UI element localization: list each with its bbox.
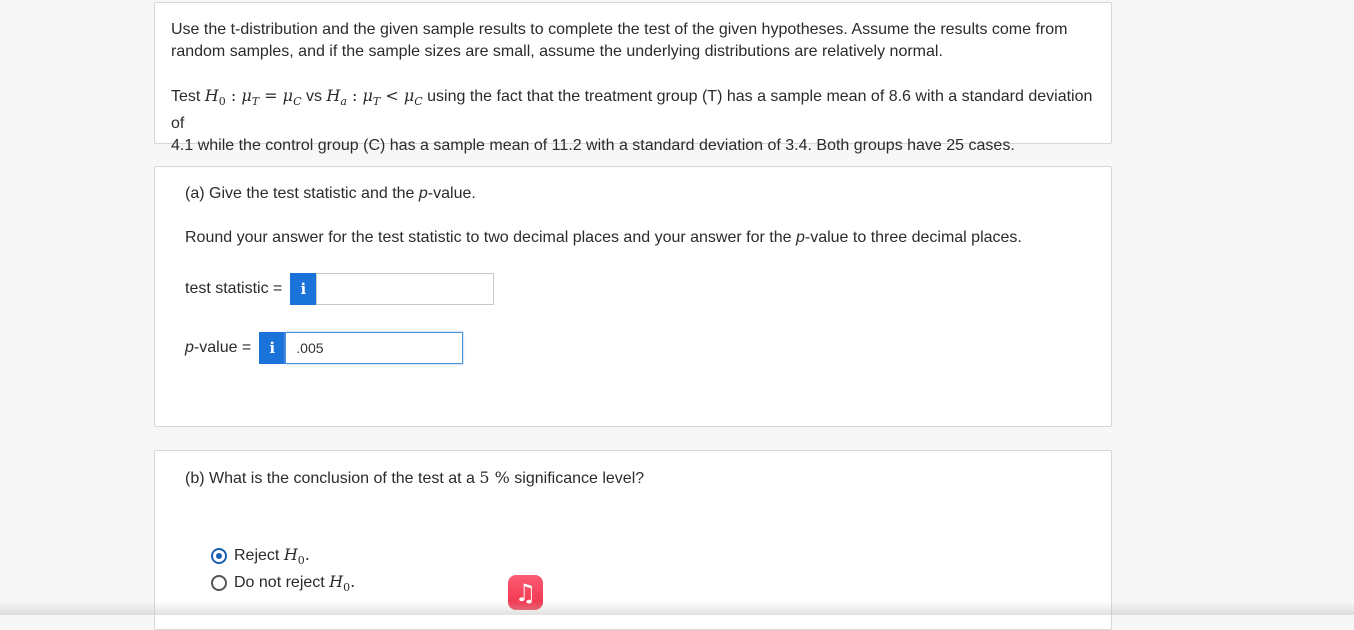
option-reject-label: Reject H0. (234, 545, 310, 567)
test-prefix: Test (171, 88, 200, 105)
test-statistic-row: test statistic = i (185, 273, 494, 305)
significance-level: 5 % (479, 468, 509, 487)
test-statistic-input[interactable] (316, 273, 494, 305)
p-value-label: p-value = (185, 339, 251, 357)
vs-text: vs (306, 88, 322, 105)
part-b-prompt: (b) What is the conclusion of the test a… (185, 467, 1095, 490)
info-icon[interactable]: i (259, 332, 285, 364)
null-hypothesis: H0 : μT = μC (205, 86, 302, 105)
intro-line-2: random samples, and if the sample sizes … (171, 43, 943, 60)
intro-line-1: Use the t-distribution and the given sam… (171, 21, 1067, 38)
music-icon[interactable]: ♫ (508, 575, 543, 610)
rounding-instructions: Round your answer for the test statistic… (185, 227, 1095, 249)
alternative-hypothesis: Ha : μT < μC (326, 86, 422, 105)
option-do-not-reject-label: Do not reject H0. (234, 572, 355, 594)
test-statistic-label: test statistic = (185, 280, 282, 298)
part-b-card: (b) What is the conclusion of the test a… (154, 450, 1112, 630)
info-icon[interactable]: i (290, 273, 316, 305)
radio-do-not-reject[interactable] (211, 575, 227, 591)
option-do-not-reject[interactable]: Do not reject H0. (211, 572, 355, 594)
option-reject[interactable]: Reject H0. (211, 545, 310, 567)
hypothesis-description-2: 4.1 while the control group (C) has a sa… (171, 137, 1015, 154)
part-a-card: (a) Give the test statistic and the p-va… (154, 166, 1112, 427)
hypothesis-text: Test H0 : μT = μC vs Ha : μT < μC using … (171, 85, 1095, 157)
part-a-prompt: (a) Give the test statistic and the p-va… (185, 183, 1095, 205)
radio-reject[interactable] (211, 548, 227, 564)
problem-statement-card: Use the t-distribution and the given sam… (154, 2, 1112, 144)
p-value-input[interactable] (285, 332, 463, 364)
p-value-row: p-value = i (185, 332, 463, 364)
intro-text: Use the t-distribution and the given sam… (171, 19, 1095, 63)
